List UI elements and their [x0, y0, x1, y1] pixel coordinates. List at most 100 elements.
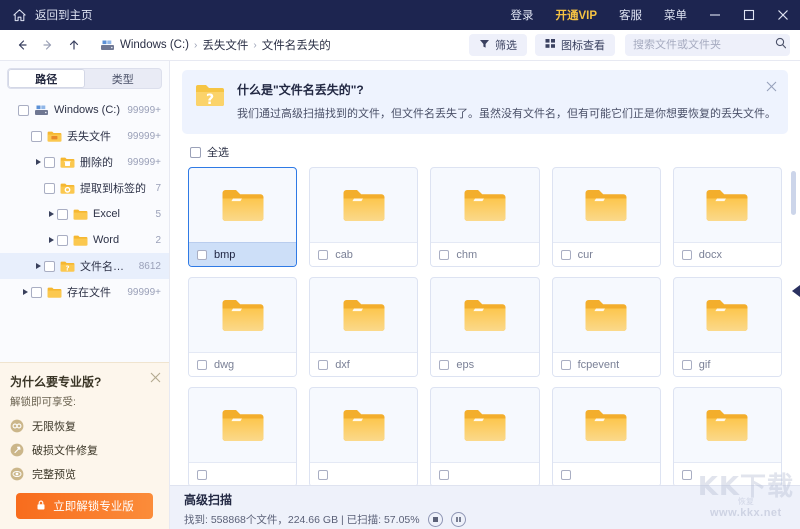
tree-item[interactable]: 提取到标签的 7 [0, 175, 169, 201]
folder-card-footer[interactable]: cab [310, 242, 418, 267]
tree-caret-right-icon[interactable] [32, 159, 44, 165]
tree-item-checkbox[interactable] [31, 286, 42, 298]
breadcrumb-item-2[interactable]: 文件名丢失的 [262, 37, 331, 53]
folder-card-footer[interactable]: cur [552, 242, 660, 267]
breadcrumb-item-0[interactable]: Windows (C:) [120, 39, 189, 51]
breadcrumb-item-1[interactable]: 丢失文件 [202, 37, 248, 53]
tree-caret-right-icon[interactable] [32, 263, 44, 269]
folder-card-checkbox[interactable] [560, 469, 571, 480]
folder-card-checkbox[interactable] [560, 249, 571, 260]
scrollbar-thumb[interactable] [791, 171, 796, 216]
folder-card[interactable]: cur [551, 167, 661, 268]
folder-card[interactable] [188, 387, 298, 485]
unlock-pro-button[interactable]: 立即解锁专业版 [16, 493, 153, 519]
stop-scan-button[interactable] [427, 512, 443, 527]
folder-card-checkbox[interactable] [197, 249, 207, 260]
tree-item[interactable]: 存在文件 99999+ [0, 279, 169, 305]
folder-card-checkbox[interactable] [439, 469, 450, 480]
search-input[interactable] [633, 39, 775, 51]
folder-card-footer[interactable] [552, 462, 660, 485]
folder-card-footer[interactable] [189, 462, 297, 485]
select-all-row[interactable]: 全选 [170, 134, 800, 167]
tree-item-checkbox[interactable] [44, 182, 55, 194]
folder-card[interactable] [430, 387, 540, 485]
up-button[interactable] [62, 33, 86, 57]
search-box[interactable] [625, 34, 790, 56]
vip-button[interactable]: 开通VIP [544, 7, 608, 23]
folder-card-checkbox[interactable] [681, 469, 692, 480]
promo-close-button[interactable] [150, 370, 161, 388]
maximize-button[interactable] [732, 0, 766, 30]
folder-card-footer[interactable]: fcpevent [552, 352, 660, 377]
folder-card-footer[interactable]: dwg [189, 352, 297, 377]
tree-item[interactable]: ? 文件名丢失的 8612 [0, 253, 169, 279]
folder-card-footer[interactable] [431, 462, 539, 485]
folder-card[interactable]: chm [430, 167, 540, 268]
tab-type[interactable]: 类型 [85, 69, 162, 88]
folder-card[interactable] [551, 387, 661, 485]
folder-card[interactable]: dwg [188, 277, 298, 378]
folder-card[interactable]: cab [309, 167, 419, 268]
folder-card-footer[interactable]: gif [673, 352, 781, 377]
tree-item-checkbox[interactable] [44, 156, 55, 168]
back-button[interactable] [10, 33, 34, 57]
folder-card-checkbox[interactable] [439, 359, 450, 370]
folder-card-checkbox[interactable] [560, 359, 571, 370]
tree-item[interactable]: Word 2 [0, 227, 169, 253]
folder-card-footer[interactable] [310, 462, 418, 485]
tree-item[interactable]: 丢失文件 99999+ [0, 123, 169, 149]
filter-button[interactable]: 筛选 [469, 34, 527, 56]
vertical-scrollbar[interactable] [791, 171, 796, 471]
folder-card-footer[interactable]: eps [431, 352, 539, 377]
tree-item-checkbox[interactable] [57, 234, 68, 246]
folder-card[interactable] [672, 387, 782, 485]
folder-card-checkbox[interactable] [197, 359, 207, 370]
folder-card[interactable]: eps [430, 277, 540, 378]
folder-card[interactable]: bmp [188, 167, 298, 268]
tree-item-checkbox[interactable] [44, 260, 55, 272]
folder-card-checkbox[interactable] [681, 359, 692, 370]
folder-card-body [189, 168, 296, 242]
folder-card-checkbox[interactable] [197, 469, 207, 480]
folder-card-checkbox[interactable] [681, 249, 692, 260]
view-mode-label: 图标查看 [561, 40, 605, 52]
view-mode-button[interactable]: 图标查看 [535, 34, 615, 56]
home-button[interactable]: 返回到主页 [0, 7, 93, 23]
tree-item[interactable]: Excel 5 [0, 201, 169, 227]
pause-scan-button[interactable] [450, 512, 466, 527]
folder-card[interactable]: gif [672, 277, 782, 378]
folder-card-footer[interactable]: chm [431, 242, 539, 267]
tree-item[interactable]: 删除的 99999+ [0, 149, 169, 175]
info-banner-close-button[interactable] [766, 79, 777, 97]
folder-card[interactable]: docx [672, 167, 782, 268]
tree-item-checkbox[interactable] [31, 130, 42, 142]
folder-card[interactable]: fcpevent [551, 277, 661, 378]
folder-card-footer[interactable]: bmp [189, 242, 297, 267]
folder-card-checkbox[interactable] [318, 469, 329, 480]
tree-caret-right-icon[interactable] [45, 237, 57, 243]
folder-card-footer[interactable]: docx [673, 242, 781, 267]
tree-caret-right-icon[interactable] [45, 211, 57, 217]
tab-path[interactable]: 路径 [8, 69, 85, 88]
folder-card-checkbox[interactable] [318, 249, 329, 260]
tree-caret-right-icon[interactable] [19, 289, 31, 295]
close-button[interactable] [766, 0, 800, 30]
panel-collapse-marker[interactable] [792, 285, 800, 298]
folder-card-footer[interactable] [673, 462, 781, 485]
info-banner-title: 什么是"文件名丢失的"? [237, 83, 364, 97]
forward-button[interactable] [36, 33, 60, 57]
folder-card-footer[interactable]: dxf [310, 352, 418, 377]
tree-item[interactable]: Windows (C:) 99999+ [0, 97, 169, 123]
tree-item-checkbox[interactable] [57, 208, 68, 220]
minimize-button[interactable] [698, 0, 732, 30]
search-icon[interactable] [775, 36, 787, 54]
folder-card[interactable]: dxf [309, 277, 419, 378]
folder-card[interactable] [309, 387, 419, 485]
menu-button[interactable]: 菜单 [653, 7, 698, 23]
login-button[interactable]: 登录 [499, 7, 544, 23]
tree-item-checkbox[interactable] [18, 104, 29, 116]
folder-card-checkbox[interactable] [318, 359, 329, 370]
select-all-checkbox[interactable] [190, 146, 201, 158]
folder-card-checkbox[interactable] [439, 249, 450, 260]
support-button[interactable]: 客服 [608, 7, 653, 23]
